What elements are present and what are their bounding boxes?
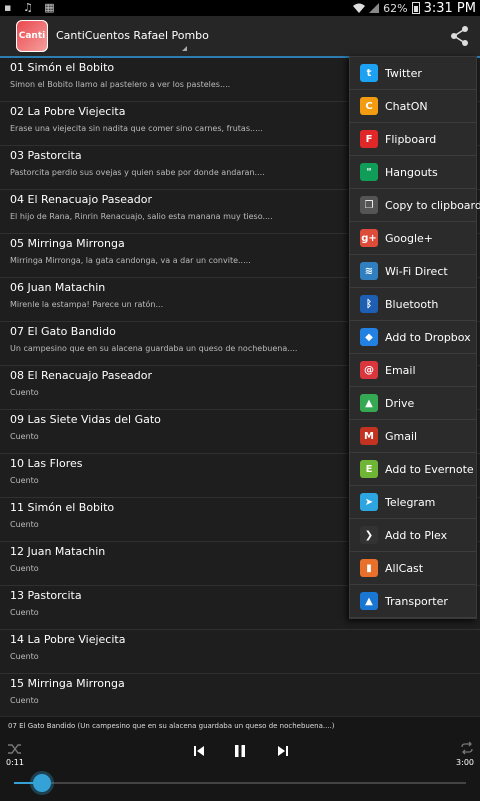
share-option-label: Bluetooth xyxy=(385,297,439,311)
dropdown-arrow-icon[interactable] xyxy=(182,46,187,51)
share-option-telegram[interactable]: ➤ Telegram xyxy=(350,486,476,519)
now-playing-text: 07 El Gato Bandido (Un campesino que en … xyxy=(8,722,335,730)
story-subtitle: Cuento xyxy=(10,652,39,661)
share-option-plex[interactable]: ❯ Add to Plex xyxy=(350,519,476,552)
battery-percent: 62% xyxy=(383,1,408,15)
share-option-dropbox[interactable]: ◆ Add to Dropbox xyxy=(350,321,476,354)
share-option-label: Add to Evernote xyxy=(385,462,474,476)
share-option-google-plus[interactable]: g+ Google+ xyxy=(350,222,476,255)
status-right: 62% 3:31 PM xyxy=(353,0,476,16)
flipboard-icon: F xyxy=(360,130,378,148)
story-list-item[interactable]: 15 Mirringa Mirronga Cuento xyxy=(0,674,480,718)
previous-icon[interactable] xyxy=(193,745,205,757)
share-option-label: Transporter xyxy=(385,594,448,608)
share-option-transporter[interactable]: ▲ Transporter xyxy=(350,585,476,618)
twitter-icon: t xyxy=(360,64,378,82)
shuffle-icon[interactable] xyxy=(8,743,22,755)
app-logo-text: Canti xyxy=(18,31,46,41)
signal-icon xyxy=(369,3,380,13)
telegram-icon: ➤ xyxy=(360,493,378,511)
transporter-icon: ▲ xyxy=(360,592,378,610)
share-option-evernote[interactable]: E Add to Evernote xyxy=(350,453,476,486)
story-title: 15 Mirringa Mirronga xyxy=(10,677,125,690)
story-list-item[interactable]: 14 La Pobre Viejecita Cuento xyxy=(0,630,480,674)
share-option-email[interactable]: @ Email xyxy=(350,354,476,387)
chaton-icon: C xyxy=(360,97,378,115)
share-option-label: Copy to clipboard xyxy=(385,198,480,212)
google-plus-icon: g+ xyxy=(360,229,378,247)
repeat-icon[interactable] xyxy=(460,741,474,755)
share-option-label: Telegram xyxy=(385,495,436,509)
share-option-label: Add to Dropbox xyxy=(385,330,471,344)
allcast-icon: ▮ xyxy=(360,559,378,577)
elapsed-time: 0:11 xyxy=(6,758,24,767)
player-bar: 07 El Gato Bandido (Un campesino que en … xyxy=(0,716,480,801)
app-title[interactable]: CantiCuentos Rafael Pombo xyxy=(56,29,209,42)
share-icon[interactable] xyxy=(448,24,472,48)
share-option-label: Email xyxy=(385,363,416,377)
plex-icon: ❯ xyxy=(360,526,378,544)
total-time: 3:00 xyxy=(456,758,474,767)
email-icon: @ xyxy=(360,361,378,379)
share-menu: t Twitter C ChatON F Flipboard " Hangouts ❐ Copy … xyxy=(349,56,480,619)
share-option-drive[interactable]: ▲ Drive xyxy=(350,387,476,420)
share-option-twitter[interactable]: t Twitter xyxy=(350,57,476,90)
status-bar: ▪ ♫ ▦ 62% 3:31 PM xyxy=(0,0,480,16)
action-bar: Canti CantiCuentos Rafael Pombo xyxy=(0,16,480,58)
share-option-wifi-direct[interactable]: ≋ Wi-Fi Direct xyxy=(350,255,476,288)
story-title: 14 La Pobre Viejecita xyxy=(10,633,126,646)
share-option-clipboard[interactable]: ❐ Copy to clipboard xyxy=(350,189,480,222)
share-option-label: Twitter xyxy=(385,66,422,80)
seek-thumb[interactable] xyxy=(32,774,51,792)
notification-icons: ▪ ♫ ▦ xyxy=(4,1,59,14)
pause-icon[interactable] xyxy=(234,744,246,758)
story-subtitle: Cuento xyxy=(10,696,39,705)
share-option-label: Gmail xyxy=(385,429,418,443)
drive-icon: ▲ xyxy=(360,394,378,412)
app-logo[interactable]: Canti xyxy=(16,20,48,52)
share-option-chaton[interactable]: C ChatON xyxy=(350,90,476,123)
share-option-allcast[interactable]: ▮ AllCast xyxy=(350,552,476,585)
wifi-icon xyxy=(353,3,366,13)
next-icon[interactable] xyxy=(277,745,289,757)
gmail-icon: M xyxy=(360,427,378,445)
share-option-gmail[interactable]: M Gmail xyxy=(350,420,476,453)
hangouts-icon: " xyxy=(360,163,378,181)
share-option-bluetooth[interactable]: ᛒ Bluetooth xyxy=(350,288,476,321)
share-option-label: AllCast xyxy=(385,561,424,575)
dropbox-icon: ◆ xyxy=(360,328,378,346)
share-option-hangouts[interactable]: " Hangouts xyxy=(350,156,476,189)
evernote-icon: E xyxy=(360,460,378,478)
wifi-direct-icon: ≋ xyxy=(360,262,378,280)
share-option-label: Hangouts xyxy=(385,165,438,179)
share-option-label: Add to Plex xyxy=(385,528,448,542)
seek-bar[interactable] xyxy=(14,774,466,792)
share-option-label: Drive xyxy=(385,396,415,410)
share-option-flipboard[interactable]: F Flipboard xyxy=(350,123,476,156)
battery-icon xyxy=(411,2,420,14)
share-option-label: ChatON xyxy=(385,99,428,113)
clock: 3:31 PM xyxy=(423,0,476,16)
bluetooth-icon: ᛒ xyxy=(360,295,378,313)
share-option-label: Flipboard xyxy=(385,132,437,146)
share-option-label: Google+ xyxy=(385,231,434,245)
share-option-label: Wi-Fi Direct xyxy=(385,264,448,278)
clipboard-icon: ❐ xyxy=(360,196,378,214)
